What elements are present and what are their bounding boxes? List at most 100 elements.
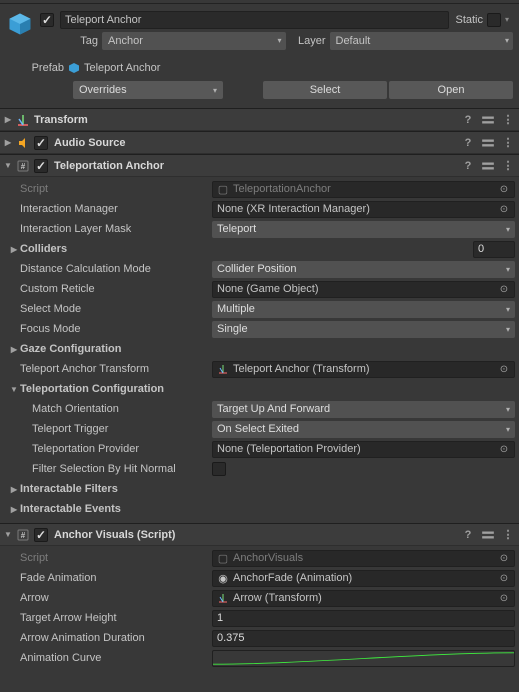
layer-label: Layer — [294, 35, 330, 47]
object-picker-icon[interactable]: ⊙ — [496, 182, 512, 197]
script-label: Script — [20, 552, 212, 564]
foldout-closed-icon: ▶ — [2, 137, 14, 149]
foldout-closed-icon: ▶ — [8, 483, 20, 495]
object-picker-icon[interactable]: ⊙ — [496, 591, 512, 606]
transform-icon — [16, 113, 30, 127]
target-arrow-height-field[interactable] — [212, 610, 515, 627]
overrides-dropdown[interactable]: Overrides▾ — [73, 81, 223, 99]
match-orientation-dropdown[interactable]: Target Up And Forward▾ — [212, 401, 515, 418]
interactable-events-foldout[interactable]: ▶ Interactable Events — [20, 503, 212, 515]
target-arrow-height-label: Target Arrow Height — [20, 612, 212, 624]
script-icon: # — [16, 528, 30, 542]
audio-component-header[interactable]: ▶ ✓ Audio Source ? ⋮ — [0, 132, 519, 154]
anchor-transform-label: Teleport Anchor Transform — [20, 363, 212, 375]
colliders-count-field[interactable] — [473, 241, 515, 258]
preset-icon[interactable] — [481, 159, 495, 173]
colliders-label[interactable]: ▶ Colliders — [20, 243, 212, 255]
teleportation-title: Teleportation Anchor — [54, 160, 455, 172]
gameobject-enabled-checkbox[interactable]: ✓ — [40, 13, 54, 27]
select-mode-label: Select Mode — [20, 303, 212, 315]
script-icon: # — [16, 159, 30, 173]
help-icon[interactable]: ? — [461, 136, 475, 150]
distance-calc-dropdown[interactable]: Collider Position▾ — [212, 261, 515, 278]
teleport-trigger-dropdown[interactable]: On Select Exited▾ — [212, 421, 515, 438]
prefab-cube-icon — [68, 62, 80, 74]
help-icon[interactable]: ? — [461, 159, 475, 173]
audio-title: Audio Source — [54, 137, 455, 149]
menu-icon[interactable]: ⋮ — [501, 136, 515, 150]
arrow-field[interactable]: Arrow (Transform) ⊙ — [212, 590, 515, 607]
animation-curve-label: Animation Curve — [20, 652, 212, 664]
foldout-closed-icon: ▶ — [8, 243, 20, 255]
prefab-label: Prefab — [6, 62, 68, 74]
select-mode-dropdown[interactable]: Multiple▾ — [212, 301, 515, 318]
preset-icon[interactable] — [481, 528, 495, 542]
gameobject-name-field[interactable] — [60, 11, 449, 29]
object-picker-icon[interactable]: ⊙ — [496, 571, 512, 586]
prefab-link[interactable]: Teleport Anchor — [68, 62, 160, 74]
custom-reticle-field[interactable]: None (Game Object) ⊙ — [212, 281, 515, 298]
menu-icon[interactable]: ⋮ — [501, 528, 515, 542]
script-label: Script — [20, 183, 212, 195]
script-field: ▢ TeleportationAnchor ⊙ — [212, 181, 515, 198]
teleport-provider-label: Teleportation Provider — [32, 443, 212, 455]
tag-dropdown[interactable]: Anchor▾ — [102, 32, 286, 50]
foldout-open-icon: ▼ — [2, 160, 14, 172]
transform-mini-icon — [217, 363, 229, 375]
menu-icon[interactable]: ⋮ — [501, 159, 515, 173]
object-picker-icon[interactable]: ⊙ — [496, 551, 512, 566]
script-file-icon: ▢ — [217, 183, 229, 195]
static-dropdown-icon[interactable]: ▾ — [501, 13, 513, 27]
audio-icon — [16, 136, 30, 150]
arrow-anim-duration-field[interactable] — [212, 630, 515, 647]
fade-animation-label: Fade Animation — [20, 572, 212, 584]
foldout-open-icon: ▼ — [2, 529, 14, 541]
transform-component-header[interactable]: ▶ Transform ? ⋮ — [0, 109, 519, 131]
interaction-layer-mask-label: Interaction Layer Mask — [20, 223, 212, 235]
object-picker-icon[interactable]: ⊙ — [496, 442, 512, 457]
foldout-closed-icon: ▶ — [8, 503, 20, 515]
distance-calc-label: Distance Calculation Mode — [20, 263, 212, 275]
gaze-config-foldout[interactable]: ▶ Gaze Configuration — [20, 343, 212, 355]
preset-icon[interactable] — [481, 113, 495, 127]
object-picker-icon[interactable]: ⊙ — [496, 282, 512, 297]
transform-title: Transform — [34, 114, 455, 126]
teleportation-component-header[interactable]: ▼ # ✓ Teleportation Anchor ? ⋮ — [0, 155, 519, 177]
teleportation-enabled-checkbox[interactable]: ✓ — [34, 159, 48, 173]
filter-selection-checkbox[interactable] — [212, 462, 226, 476]
help-icon[interactable]: ? — [461, 528, 475, 542]
layer-dropdown[interactable]: Default▾ — [330, 32, 514, 50]
interaction-layer-mask-dropdown[interactable]: Teleport▾ — [212, 221, 515, 238]
focus-mode-label: Focus Mode — [20, 323, 212, 335]
teleport-provider-field[interactable]: None (Teleportation Provider) ⊙ — [212, 441, 515, 458]
match-orientation-label: Match Orientation — [32, 403, 212, 415]
arrow-label: Arrow — [20, 592, 212, 604]
help-icon[interactable]: ? — [461, 113, 475, 127]
static-label: Static — [455, 14, 483, 26]
preset-icon[interactable] — [481, 136, 495, 150]
select-button[interactable]: Select — [263, 81, 387, 99]
animation-curve-field[interactable] — [212, 650, 515, 667]
menu-icon[interactable]: ⋮ — [501, 113, 515, 127]
fade-animation-field[interactable]: ◉ AnchorFade (Animation) ⊙ — [212, 570, 515, 587]
focus-mode-dropdown[interactable]: Single▾ — [212, 321, 515, 338]
interaction-manager-label: Interaction Manager — [20, 203, 212, 215]
teleport-config-foldout[interactable]: ▼ Teleportation Configuration — [20, 383, 212, 395]
object-picker-icon[interactable]: ⊙ — [496, 362, 512, 377]
anchor-visuals-component-header[interactable]: ▼ # ✓ Anchor Visuals (Script) ? ⋮ — [0, 524, 519, 546]
interaction-manager-field[interactable]: None (XR Interaction Manager) ⊙ — [212, 201, 515, 218]
object-picker-icon[interactable]: ⊙ — [496, 202, 512, 217]
interactable-filters-foldout[interactable]: ▶ Interactable Filters — [20, 483, 212, 495]
script-field: ▢ AnchorVisuals ⊙ — [212, 550, 515, 567]
anchor-transform-field[interactable]: Teleport Anchor (Transform) ⊙ — [212, 361, 515, 378]
static-checkbox[interactable] — [487, 13, 501, 27]
custom-reticle-label: Custom Reticle — [20, 283, 212, 295]
arrow-anim-duration-label: Arrow Animation Duration — [20, 632, 212, 644]
transform-mini-icon — [217, 592, 229, 604]
anchor-visuals-title: Anchor Visuals (Script) — [54, 529, 455, 541]
open-button[interactable]: Open — [389, 81, 513, 99]
foldout-open-icon: ▼ — [8, 383, 20, 395]
audio-enabled-checkbox[interactable]: ✓ — [34, 136, 48, 150]
anchor-visuals-enabled-checkbox[interactable]: ✓ — [34, 528, 48, 542]
animation-icon: ◉ — [217, 572, 229, 584]
